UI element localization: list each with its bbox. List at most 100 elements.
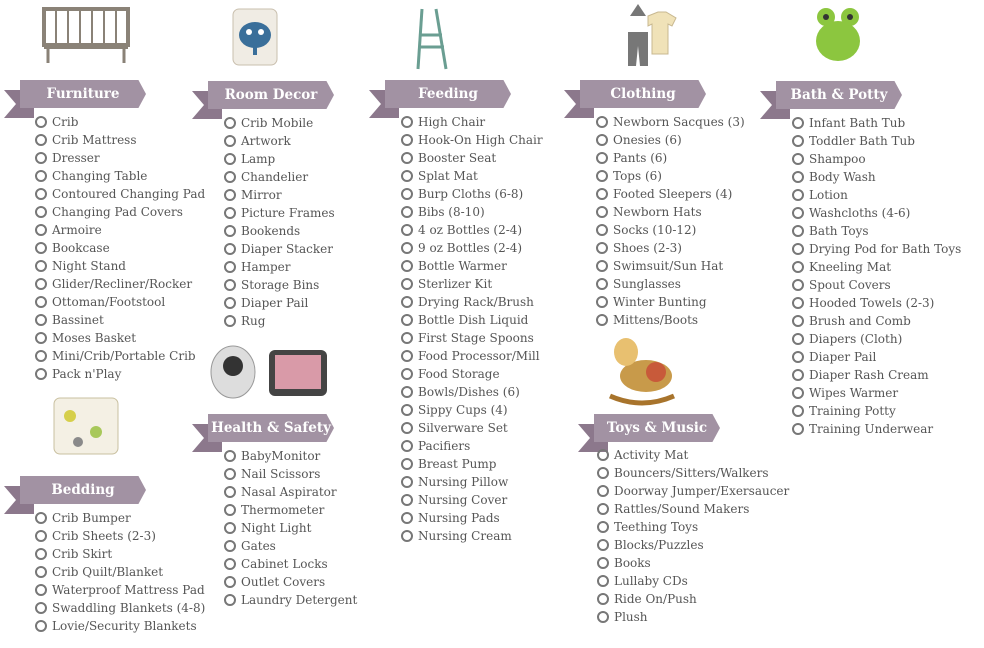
checklist-item[interactable]: Mirror: [224, 186, 335, 204]
checkbox-circle-icon[interactable]: [596, 260, 608, 272]
checklist-item[interactable]: Ride On/Push: [597, 590, 789, 608]
checkbox-circle-icon[interactable]: [224, 261, 236, 273]
checklist-item[interactable]: High Chair: [401, 113, 543, 131]
checkbox-circle-icon[interactable]: [792, 315, 804, 327]
checkbox-circle-icon[interactable]: [401, 332, 413, 344]
checklist-item[interactable]: Diaper Pail: [224, 294, 335, 312]
checkbox-circle-icon[interactable]: [596, 170, 608, 182]
checkbox-circle-icon[interactable]: [597, 467, 609, 479]
checkbox-circle-icon[interactable]: [792, 261, 804, 273]
checklist-item[interactable]: Diaper Rash Cream: [792, 366, 961, 384]
checklist-item[interactable]: Swaddling Blankets (4-8): [35, 599, 205, 617]
checklist-item[interactable]: Hooded Towels (2-3): [792, 294, 961, 312]
checklist-item[interactable]: Drying Pod for Bath Toys: [792, 240, 961, 258]
checkbox-circle-icon[interactable]: [35, 602, 47, 614]
checklist-item[interactable]: Books: [597, 554, 789, 572]
checkbox-circle-icon[interactable]: [792, 279, 804, 291]
checklist-item[interactable]: 9 oz Bottles (2-4): [401, 239, 543, 257]
checkbox-circle-icon[interactable]: [792, 171, 804, 183]
checkbox-circle-icon[interactable]: [401, 278, 413, 290]
checkbox-circle-icon[interactable]: [792, 153, 804, 165]
checkbox-circle-icon[interactable]: [35, 296, 47, 308]
checkbox-circle-icon[interactable]: [401, 188, 413, 200]
checkbox-circle-icon[interactable]: [792, 189, 804, 201]
checklist-item[interactable]: Drying Rack/Brush: [401, 293, 543, 311]
checklist-item[interactable]: Hamper: [224, 258, 335, 276]
checkbox-circle-icon[interactable]: [35, 620, 47, 632]
checkbox-circle-icon[interactable]: [596, 278, 608, 290]
checklist-item[interactable]: Swimsuit/Sun Hat: [596, 257, 745, 275]
checkbox-circle-icon[interactable]: [35, 278, 47, 290]
checklist-item[interactable]: Lullaby CDs: [597, 572, 789, 590]
checklist-item[interactable]: Silverware Set: [401, 419, 543, 437]
checklist-item[interactable]: Nail Scissors: [224, 465, 357, 483]
checkbox-circle-icon[interactable]: [596, 206, 608, 218]
checkbox-circle-icon[interactable]: [792, 351, 804, 363]
checklist-item[interactable]: Thermometer: [224, 501, 357, 519]
checklist-item[interactable]: Glider/Recliner/Rocker: [35, 275, 205, 293]
checklist-item[interactable]: Diaper Pail: [792, 348, 961, 366]
checklist-item[interactable]: Shampoo: [792, 150, 961, 168]
checklist-item[interactable]: Moses Basket: [35, 329, 205, 347]
checkbox-circle-icon[interactable]: [35, 584, 47, 596]
checklist-item[interactable]: Doorway Jumper/Exersaucer: [597, 482, 789, 500]
checkbox-circle-icon[interactable]: [224, 594, 236, 606]
checkbox-circle-icon[interactable]: [792, 405, 804, 417]
checkbox-circle-icon[interactable]: [35, 548, 47, 560]
checkbox-circle-icon[interactable]: [596, 224, 608, 236]
checklist-item[interactable]: Dresser: [35, 149, 205, 167]
checklist-item[interactable]: Booster Seat: [401, 149, 543, 167]
checkbox-circle-icon[interactable]: [35, 314, 47, 326]
checkbox-circle-icon[interactable]: [224, 297, 236, 309]
checklist-item[interactable]: Wipes Warmer: [792, 384, 961, 402]
checklist-item[interactable]: Spout Covers: [792, 276, 961, 294]
checkbox-circle-icon[interactable]: [35, 260, 47, 272]
checklist-item[interactable]: Contoured Changing Pad: [35, 185, 205, 203]
checklist-item[interactable]: Bookends: [224, 222, 335, 240]
checkbox-circle-icon[interactable]: [597, 449, 609, 461]
checklist-item[interactable]: Bassinet: [35, 311, 205, 329]
checkbox-circle-icon[interactable]: [792, 135, 804, 147]
checklist-item[interactable]: Bottle Warmer: [401, 257, 543, 275]
checkbox-circle-icon[interactable]: [596, 116, 608, 128]
checklist-item[interactable]: 4 oz Bottles (2-4): [401, 221, 543, 239]
checklist-item[interactable]: Gates: [224, 537, 357, 555]
checklist-item[interactable]: Ottoman/Footstool: [35, 293, 205, 311]
checkbox-circle-icon[interactable]: [224, 207, 236, 219]
checkbox-circle-icon[interactable]: [35, 206, 47, 218]
checklist-item[interactable]: Bookcase: [35, 239, 205, 257]
checkbox-circle-icon[interactable]: [596, 296, 608, 308]
checkbox-circle-icon[interactable]: [597, 557, 609, 569]
checklist-item[interactable]: Artwork: [224, 132, 335, 150]
checklist-item[interactable]: Plush: [597, 608, 789, 626]
checkbox-circle-icon[interactable]: [224, 243, 236, 255]
checkbox-circle-icon[interactable]: [596, 314, 608, 326]
checkbox-circle-icon[interactable]: [597, 485, 609, 497]
checkbox-circle-icon[interactable]: [224, 486, 236, 498]
checkbox-circle-icon[interactable]: [35, 152, 47, 164]
checkbox-circle-icon[interactable]: [792, 243, 804, 255]
checklist-item[interactable]: Food Storage: [401, 365, 543, 383]
checklist-item[interactable]: Blocks/Puzzles: [597, 536, 789, 554]
checkbox-circle-icon[interactable]: [401, 422, 413, 434]
checkbox-circle-icon[interactable]: [224, 135, 236, 147]
checkbox-circle-icon[interactable]: [401, 314, 413, 326]
checklist-item[interactable]: Bottle Dish Liquid: [401, 311, 543, 329]
checklist-item[interactable]: Newborn Hats: [596, 203, 745, 221]
checklist-item[interactable]: Shoes (2-3): [596, 239, 745, 257]
checkbox-circle-icon[interactable]: [224, 522, 236, 534]
checkbox-circle-icon[interactable]: [224, 225, 236, 237]
checklist-item[interactable]: Rug: [224, 312, 335, 330]
checklist-item[interactable]: Crib Bumper: [35, 509, 205, 527]
checkbox-circle-icon[interactable]: [401, 242, 413, 254]
checkbox-circle-icon[interactable]: [35, 170, 47, 182]
checkbox-circle-icon[interactable]: [401, 476, 413, 488]
checklist-item[interactable]: Body Wash: [792, 168, 961, 186]
checklist-item[interactable]: Bath Toys: [792, 222, 961, 240]
checklist-item[interactable]: Teething Toys: [597, 518, 789, 536]
checkbox-circle-icon[interactable]: [401, 512, 413, 524]
checklist-item[interactable]: Splat Mat: [401, 167, 543, 185]
checklist-item[interactable]: Armoire: [35, 221, 205, 239]
checklist-item[interactable]: Tops (6): [596, 167, 745, 185]
checklist-item[interactable]: BabyMonitor: [224, 447, 357, 465]
